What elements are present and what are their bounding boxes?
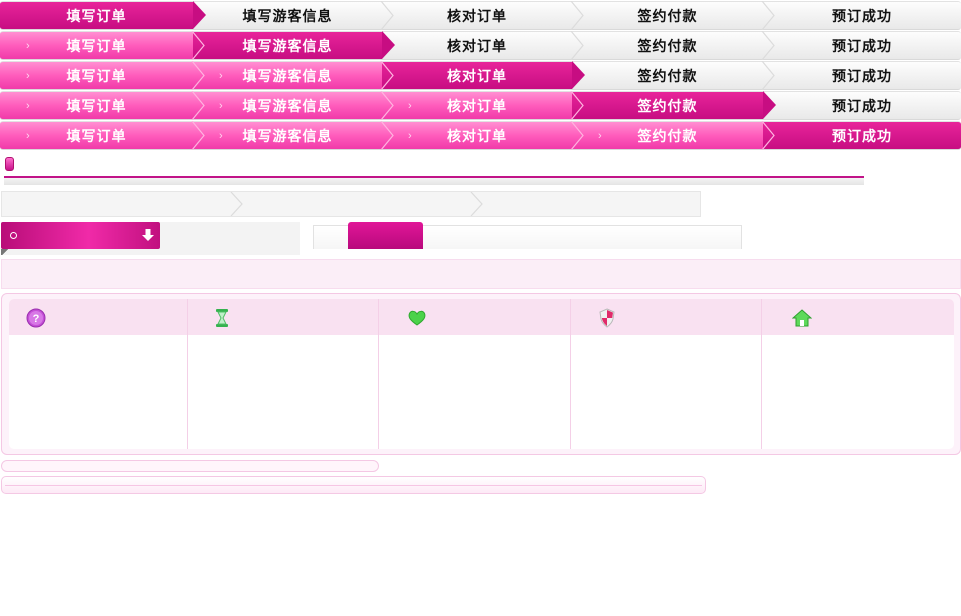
chevron-right-icon: › [598,130,603,142]
step-separator [380,61,394,90]
step-sign-pay[interactable]: 签约付款 [572,31,763,60]
crumb-separator [230,192,243,216]
step-separator [191,61,205,90]
dropdown-button[interactable] [1,222,160,249]
step-separator [380,121,394,150]
step-separator [570,91,584,120]
step-check-order[interactable]: 核对订单 [382,1,572,30]
step-fill-guest-info[interactable]: 填写游客信息 › [193,121,382,150]
chevron-right-icon: › [26,70,31,82]
progress-bar-empty [1,460,379,472]
step-fill-order[interactable]: 填写订单 › [0,91,193,120]
step-separator [570,31,584,60]
chevron-right-icon: › [26,100,31,112]
step-separator [761,1,775,30]
dropdown-shadow [1,249,9,255]
step-separator [761,31,775,60]
step-separator [380,91,394,120]
dropdown-container [1,222,300,255]
shield-icon [599,308,615,328]
feature-panel-inner: ? [9,299,954,449]
radio-dot-icon [10,232,17,239]
step-fill-order[interactable]: 填写订单 › [0,61,193,90]
step-fill-order[interactable]: 填写订单 [0,1,193,30]
step-progress-row: 填写订单 › 填写游客信息 › 核对订单 › 签约付款 预订成功 [0,91,961,120]
progress-bar-track [1,476,706,494]
feature-panel-header [9,299,954,335]
step-fill-guest-info[interactable]: 填写游客信息 › [193,91,382,120]
active-step-arrow [572,61,585,89]
hourglass-icon [216,309,228,327]
chevron-right-icon: › [408,100,413,112]
step-fill-order[interactable]: 填写订单 › [0,31,193,60]
breadcrumb-bar [1,191,701,217]
tab-active[interactable] [348,222,423,249]
step-progress-row: 填写订单 › 填写游客信息 › 核对订单 签约付款 预订成功 [0,61,961,90]
chevron-right-icon: › [219,70,224,82]
crumb-separator [470,192,483,216]
step-separator [191,31,205,60]
step-booking-success[interactable]: 预订成功 [763,31,961,60]
step-sign-pay[interactable]: 签约付款 › [572,121,763,150]
chevron-right-icon: › [219,130,224,142]
chevron-right-icon: › [26,40,31,52]
step-separator [570,1,584,30]
step-booking-success[interactable]: 预订成功 [763,1,961,30]
step-fill-order[interactable]: 填写订单 › [0,121,193,150]
column-divider [761,299,762,449]
step-check-order[interactable]: 核对订单 [382,31,572,60]
step-check-order[interactable]: 核对订单 › [382,121,572,150]
step-booking-success[interactable]: 预订成功 [763,61,961,90]
step-booking-success[interactable]: 预订成功 [763,91,961,120]
horizontal-rule-bar [4,176,864,185]
arrow-down-icon [142,229,154,241]
step-separator [191,91,205,120]
home-icon [792,309,812,327]
step-check-order[interactable]: 核对订单 [382,61,572,90]
step-separator [191,121,205,150]
svg-text:?: ? [33,313,40,325]
chevron-right-icon: › [26,130,31,142]
step-separator [761,121,775,150]
feature-panel: ? [1,293,961,455]
step-fill-guest-info[interactable]: 填写游客信息 › [193,61,382,90]
step-progress-row: 填写订单 › 填写游客信息 核对订单 签约付款 预订成功 [0,31,961,60]
help-icon: ? [26,308,46,328]
column-divider [378,299,379,449]
active-step-arrow [382,31,395,59]
chevron-right-icon: › [219,100,224,112]
step-fill-guest-info[interactable]: 填写游客信息 [193,1,382,30]
step-sign-pay[interactable]: 签约付款 [572,61,763,90]
heart-icon [408,310,426,326]
info-bar [1,259,961,289]
step-check-order[interactable]: 核对订单 › [382,91,572,120]
column-divider [187,299,188,449]
step-separator [570,121,584,150]
column-divider [570,299,571,449]
chevron-right-icon: › [408,130,413,142]
step-separator [761,61,775,90]
step-separator [380,1,394,30]
step-progress-row: 填写订单 填写游客信息 核对订单 签约付款 预订成功 [0,1,961,30]
active-step-arrow [193,1,206,29]
step-fill-guest-info[interactable]: 填写游客信息 [193,31,382,60]
step-booking-success[interactable]: 预订成功 [763,121,961,150]
pill-tab[interactable] [5,157,14,171]
active-step-arrow [763,91,776,119]
step-sign-pay[interactable]: 签约付款 [572,91,763,120]
step-progress-row: 填写订单 › 填写游客信息 › 核对订单 › 签约付款 › 预订成功 [0,121,961,150]
step-sign-pay[interactable]: 签约付款 [572,1,763,30]
